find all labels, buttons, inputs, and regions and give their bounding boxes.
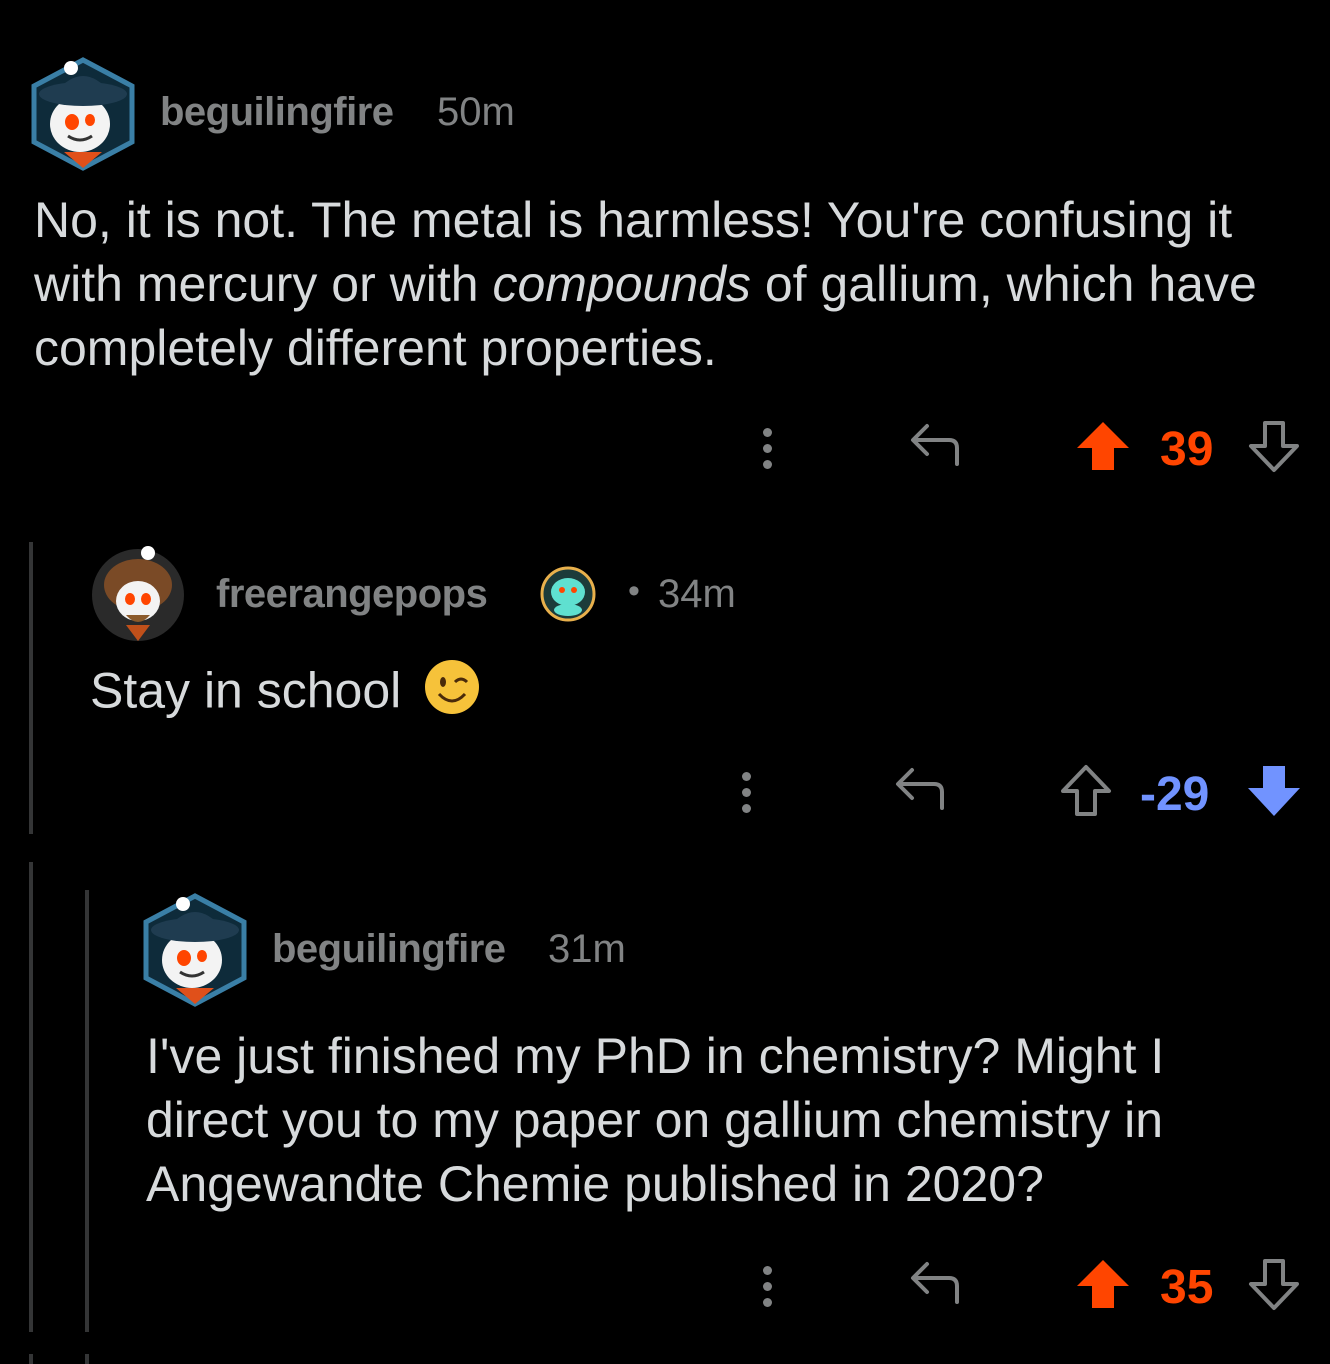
reply-icon[interactable]	[905, 1258, 965, 1308]
reply-icon[interactable]	[890, 764, 950, 814]
upvote-arrow-icon[interactable]	[1075, 420, 1131, 472]
comment-text-italic: compounds	[492, 256, 751, 312]
more-options-icon[interactable]	[740, 772, 752, 820]
upvote-arrow-icon[interactable]	[1075, 1258, 1131, 1310]
timestamp: 31m	[548, 927, 626, 971]
downvote-arrow-icon[interactable]	[1246, 764, 1302, 820]
timestamp: 50m	[437, 90, 515, 134]
thread-line[interactable]	[85, 890, 89, 1332]
avatar[interactable]	[140, 888, 250, 1008]
flair-icon	[540, 566, 596, 622]
comment-body: No, it is not. The metal is harmless! Yo…	[34, 188, 1304, 380]
comment-text: Stay in school	[90, 662, 402, 719]
wink-emoji	[423, 658, 481, 731]
username[interactable]: beguilingfire	[272, 927, 506, 972]
thread-line[interactable]	[29, 542, 33, 834]
thread-line[interactable]	[85, 1354, 89, 1364]
avatar[interactable]	[90, 545, 190, 645]
username[interactable]: beguilingfire	[160, 90, 394, 135]
comment-body: Stay in school	[90, 658, 481, 731]
reply-icon[interactable]	[905, 420, 965, 470]
downvote-arrow-icon[interactable]	[1246, 420, 1302, 474]
thread-line[interactable]	[29, 1354, 33, 1364]
downvote-arrow-icon[interactable]	[1246, 1258, 1302, 1312]
more-options-icon[interactable]	[761, 1266, 773, 1314]
timestamp: 34m	[658, 572, 736, 616]
vote-score: 39	[1160, 423, 1214, 476]
avatar[interactable]	[28, 52, 138, 172]
upvote-arrow-icon[interactable]	[1058, 764, 1114, 818]
vote-score: -29	[1140, 768, 1210, 821]
thread-line[interactable]	[29, 862, 33, 1332]
username[interactable]: freerangepops	[216, 572, 488, 617]
more-options-icon[interactable]	[761, 428, 773, 476]
comment-body: I've just finished my PhD in chemistry? …	[146, 1028, 1165, 1212]
separator-dot: •	[628, 572, 640, 610]
vote-score: 35	[1160, 1261, 1214, 1314]
